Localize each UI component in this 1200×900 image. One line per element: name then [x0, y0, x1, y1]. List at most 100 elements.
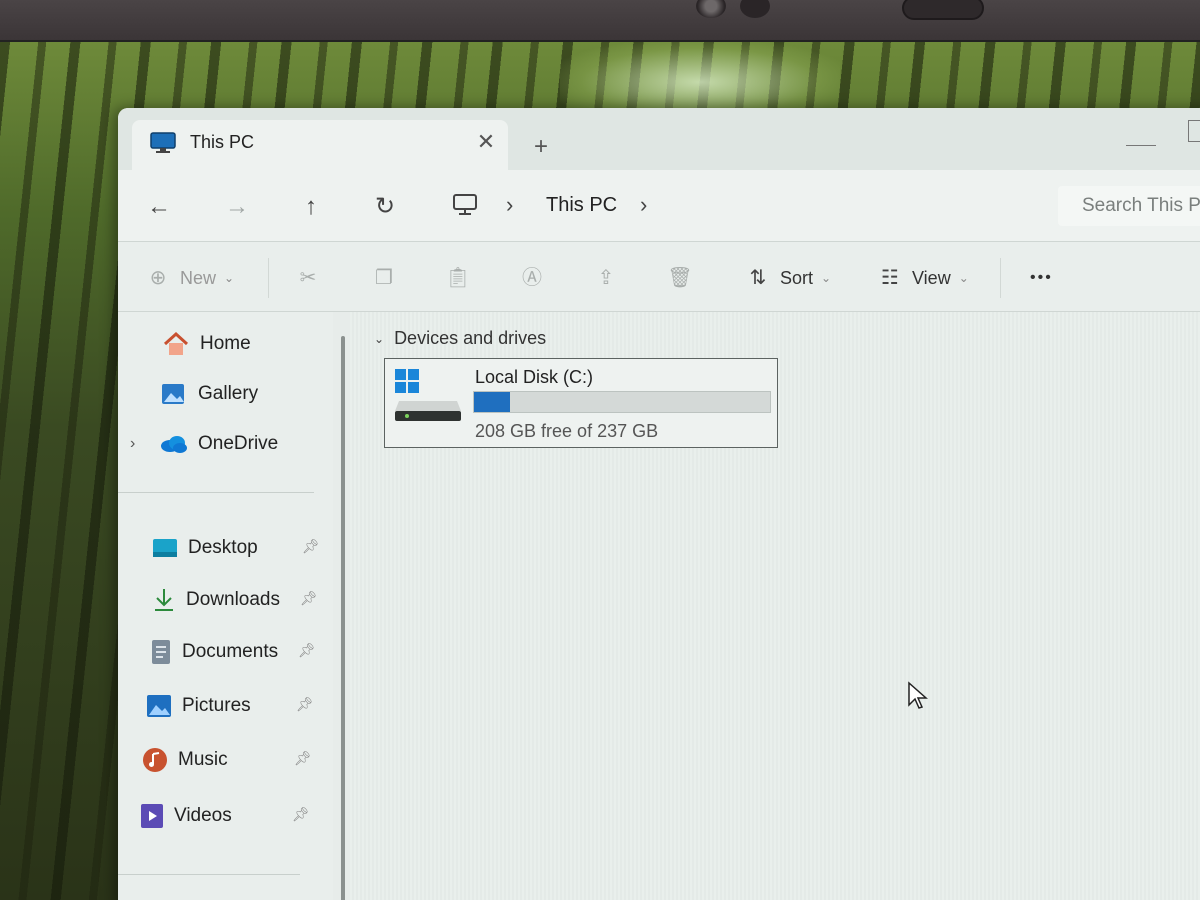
sidebar-item-label: Music — [178, 749, 228, 770]
sidebar-item-home[interactable]: Home — [162, 326, 251, 362]
sensor-icon — [740, 0, 770, 18]
onedrive-icon — [161, 436, 187, 453]
cut-icon: ✂ — [299, 267, 317, 289]
sidebar-item-label: Downloads — [186, 589, 280, 610]
pin-icon[interactable]: 📌︎ — [296, 696, 314, 713]
drive-usage-bar — [473, 391, 771, 413]
breadcrumb-separator[interactable]: › — [640, 192, 647, 218]
chevron-down-icon[interactable]: ⌄ — [374, 332, 384, 346]
search-input[interactable] — [1058, 186, 1200, 226]
chevron-down-icon: ⌄ — [958, 271, 969, 285]
tab-this-pc[interactable]: This PC ✕ — [132, 120, 508, 170]
breadcrumb-this-pc[interactable]: This PC — [546, 194, 617, 217]
pin-icon[interactable]: 📌︎ — [298, 642, 316, 659]
more-options-icon: ••• — [1030, 269, 1053, 286]
home-icon — [163, 331, 189, 355]
tab-title: This PC — [190, 132, 255, 152]
chevron-down-icon: ⌄ — [224, 271, 235, 285]
sidebar-item-label: Videos — [174, 805, 232, 826]
sidebar-divider — [118, 874, 300, 875]
more-options-button[interactable]: ••• — [1022, 262, 1053, 294]
chevron-down-icon: ⌄ — [821, 271, 832, 285]
sidebar-divider — [118, 492, 314, 493]
sidebar-item-label: OneDrive — [198, 433, 279, 454]
sidebar-item-label: Home — [200, 333, 251, 354]
sidebar-item-desktop[interactable]: Desktop — [152, 530, 258, 566]
share-button[interactable]: ⇪ — [592, 262, 620, 294]
plus-circle-icon: ⊕ — [149, 267, 167, 289]
section-label: Devices and drives — [394, 328, 547, 348]
drive-name: Local Disk (C:) — [475, 367, 594, 387]
drive-usage-fill — [474, 392, 510, 412]
sidebar-item-gallery[interactable]: Gallery — [160, 376, 258, 412]
local-disk-icon — [395, 369, 461, 421]
toolbar-divider — [1000, 258, 1001, 298]
view-button[interactable]: ☷ View ⌄ — [876, 262, 969, 294]
tab-bar: This PC ✕ + — [118, 108, 1200, 170]
sort-label: Sort — [780, 267, 814, 288]
copy-button[interactable]: ❐ — [370, 262, 398, 294]
sidebar-item-downloads[interactable]: Downloads — [152, 582, 280, 618]
sidebar-item-label: Gallery — [198, 383, 259, 404]
maximize-button[interactable] — [1188, 120, 1200, 142]
pictures-icon — [147, 695, 171, 717]
rename-button[interactable]: Ⓐ — [518, 262, 546, 294]
monitor-icon — [150, 132, 176, 153]
section-header-devices[interactable]: ⌄ Devices and drives — [374, 328, 546, 349]
new-label: New — [180, 267, 217, 288]
refresh-button[interactable]: ↻ — [368, 190, 402, 224]
pin-icon[interactable]: 📌︎ — [292, 806, 310, 823]
pin-icon[interactable]: 📌︎ — [300, 590, 318, 607]
gallery-icon — [162, 384, 184, 404]
mouse-cursor-icon — [908, 681, 928, 709]
expand-chevron-icon[interactable]: › — [130, 435, 135, 453]
breadcrumb-pc-icon[interactable] — [452, 192, 478, 218]
breadcrumb-separator[interactable]: › — [506, 192, 513, 218]
sidebar-item-music[interactable]: Music — [142, 742, 228, 778]
privacy-shutter — [902, 0, 984, 20]
content-pane: ⌄ Devices and drives Local Disk (C:) 208… — [350, 312, 1200, 900]
videos-icon — [141, 804, 163, 828]
address-bar: ← → ↑ ↻ › This PC › — [118, 170, 1200, 242]
close-tab-icon[interactable]: ✕ — [472, 128, 500, 156]
view-list-icon: ☷ — [881, 267, 899, 289]
search-box[interactable] — [1058, 186, 1200, 226]
back-button[interactable]: ← — [142, 190, 176, 224]
new-button[interactable]: ⊕ New ⌄ — [144, 262, 234, 294]
drive-space-text: 208 GB free of 237 GB — [475, 421, 659, 441]
sidebar-scrollbar[interactable] — [341, 336, 345, 900]
delete-button[interactable]: 🗑︎ — [666, 262, 694, 294]
sidebar-item-documents[interactable]: Documents — [150, 634, 278, 670]
sidebar-item-pictures[interactable]: Pictures — [146, 688, 251, 724]
sidebar-item-label: Documents — [182, 641, 279, 662]
pin-icon[interactable]: 📌︎ — [294, 750, 312, 767]
sidebar-item-label: Desktop — [188, 537, 258, 558]
drive-tile-c[interactable]: Local Disk (C:) 208 GB free of 237 GB — [384, 358, 778, 448]
sidebar-item-label: Pictures — [182, 695, 251, 716]
share-icon: ⇪ — [597, 267, 615, 289]
copy-icon: ❐ — [375, 267, 393, 289]
command-bar: ⊕ New ⌄ ✂ ❐ 📋︎ Ⓐ ⇪ 🗑︎ ⇅ Sort ⌄ ☷ View ⌄ … — [118, 242, 1200, 312]
paste-icon: 📋︎ — [445, 267, 471, 289]
sort-button[interactable]: ⇅ Sort ⌄ — [744, 262, 831, 294]
forward-button[interactable]: → — [220, 190, 254, 224]
music-icon — [143, 748, 167, 772]
downloads-icon — [155, 589, 173, 611]
toolbar-divider — [268, 258, 269, 298]
rename-icon: Ⓐ — [522, 267, 542, 289]
pin-icon[interactable]: 📌︎ — [302, 538, 320, 555]
view-label: View — [912, 267, 951, 288]
cut-button[interactable]: ✂ — [294, 262, 322, 294]
webcam-icon — [696, 0, 726, 18]
minimize-button[interactable] — [1126, 126, 1156, 146]
file-explorer-window: This PC ✕ + ← → ↑ ↻ › This PC › ⊕ New ⌄ — [118, 108, 1200, 900]
sidebar-item-onedrive[interactable]: › OneDrive — [130, 426, 279, 462]
sidebar-item-videos[interactable]: Videos — [140, 798, 232, 834]
new-tab-button[interactable]: + — [526, 132, 556, 162]
navigation-pane: Home Gallery › OneDrive Desktop 📌︎ Downl… — [118, 312, 333, 900]
paste-button[interactable]: 📋︎ — [444, 262, 472, 294]
documents-icon — [152, 640, 170, 664]
up-button[interactable]: ↑ — [294, 190, 328, 224]
laptop-bezel — [0, 0, 1200, 42]
desktop-folder-icon — [153, 539, 177, 557]
